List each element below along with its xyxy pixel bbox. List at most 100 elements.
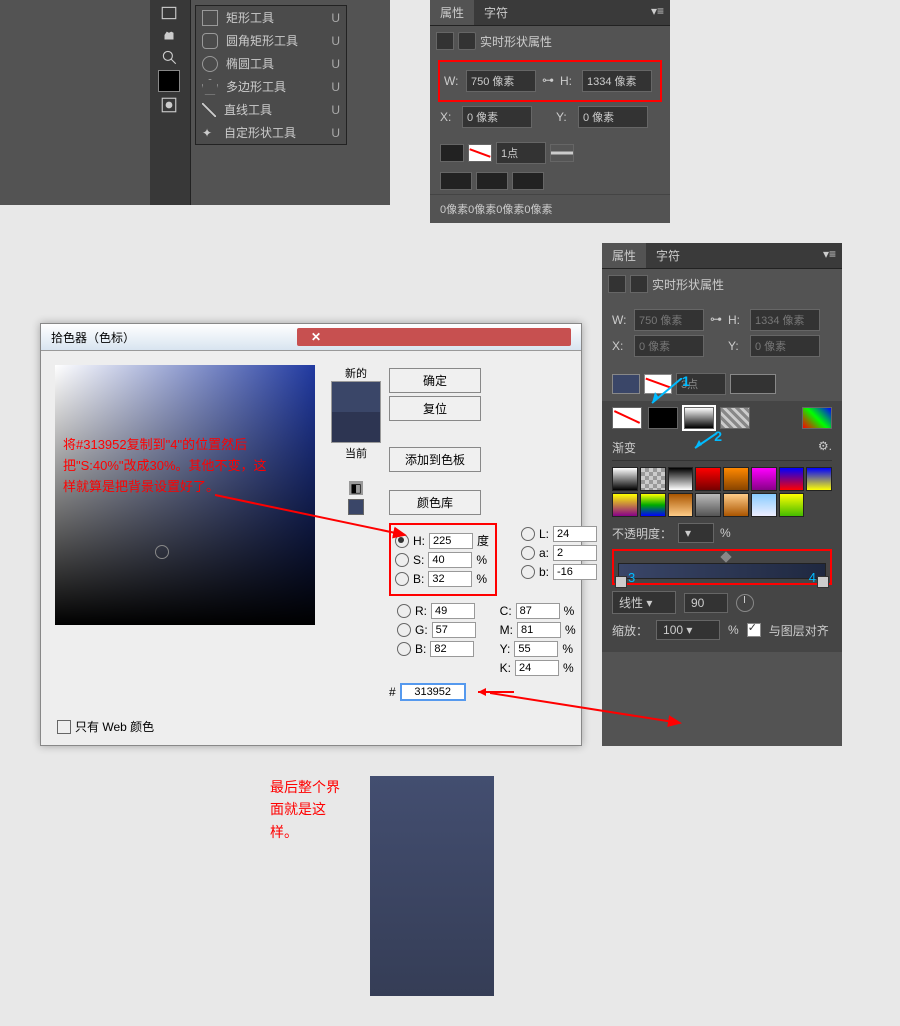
gradient-bar[interactable]: [618, 563, 826, 579]
rect-tool-item[interactable]: 矩形工具U: [196, 6, 346, 29]
opacity-select[interactable]: ▾: [678, 523, 714, 543]
preset[interactable]: [612, 493, 638, 517]
stroke-style[interactable]: [550, 144, 574, 162]
k-input[interactable]: [515, 660, 559, 676]
fill-pattern[interactable]: [720, 407, 750, 429]
close-button[interactable]: ✕: [297, 328, 571, 346]
x-field[interactable]: 0 像素: [462, 106, 532, 128]
preset[interactable]: [779, 493, 805, 517]
radio-b[interactable]: [395, 572, 409, 586]
panel-menu-icon-2[interactable]: ▾≡: [817, 243, 842, 268]
custom-shape-tool-item[interactable]: ✦自定形状工具U: [196, 121, 346, 144]
add-swatch-button[interactable]: 添加到色板: [389, 447, 481, 472]
callout-1: 1: [682, 373, 690, 389]
fill-swatch-2[interactable]: [612, 374, 640, 394]
color-lib-button[interactable]: 颜色库: [389, 490, 481, 515]
radio-s[interactable]: [395, 553, 409, 567]
gradient-type[interactable]: 线性 ▾: [612, 591, 676, 614]
tab-character-2[interactable]: 字符: [646, 243, 690, 268]
web-only-checkbox[interactable]: [57, 720, 71, 734]
stroke-swatch[interactable]: [468, 144, 492, 162]
b2-input[interactable]: [553, 564, 597, 580]
radio-l[interactable]: [521, 527, 535, 541]
y-field-2[interactable]: 0 像素: [750, 335, 820, 357]
fill-solid[interactable]: [648, 407, 678, 429]
width-field-2[interactable]: 750 像素: [634, 309, 704, 331]
fill-gradient[interactable]: [684, 407, 714, 429]
ok-button[interactable]: 确定: [389, 368, 481, 393]
hex-input[interactable]: [400, 683, 466, 701]
r-input[interactable]: [431, 603, 475, 619]
preset[interactable]: [779, 467, 805, 491]
rectangle-tool-icon[interactable]: [160, 4, 178, 22]
preset[interactable]: [612, 467, 638, 491]
width-field[interactable]: 750 像素: [466, 70, 536, 92]
radio-a[interactable]: [521, 546, 535, 560]
polygon-tool-item[interactable]: 多边形工具U: [196, 75, 346, 98]
preset[interactable]: [751, 467, 777, 491]
gradient-scale[interactable]: 100 ▾: [656, 620, 720, 640]
preset[interactable]: [640, 467, 666, 491]
h-input[interactable]: [429, 533, 473, 549]
m-input[interactable]: [517, 622, 561, 638]
tab-properties-2[interactable]: 属性: [602, 243, 646, 268]
mask-icon: [458, 32, 476, 50]
hand-tool-icon[interactable]: [160, 26, 178, 44]
cap-style[interactable]: [476, 172, 508, 190]
preset[interactable]: [723, 493, 749, 517]
preset[interactable]: [723, 467, 749, 491]
c-input[interactable]: [516, 603, 560, 619]
radio-h[interactable]: [395, 534, 409, 548]
height-field-2[interactable]: 1334 像素: [750, 309, 820, 331]
g-input[interactable]: [432, 622, 476, 638]
b-input[interactable]: [428, 571, 472, 587]
reset-button[interactable]: 复位: [389, 396, 481, 421]
roundrect-tool-item[interactable]: 圆角矩形工具U: [196, 29, 346, 52]
gear-icon[interactable]: ⚙.: [818, 439, 832, 456]
preset[interactable]: [751, 493, 777, 517]
zoom-tool-icon[interactable]: [160, 48, 178, 66]
tab-properties[interactable]: 属性: [430, 0, 474, 25]
y-input[interactable]: [514, 641, 558, 657]
corner-style[interactable]: [512, 172, 544, 190]
panel-menu-icon[interactable]: ▾≡: [645, 0, 670, 25]
a-input[interactable]: [553, 545, 597, 561]
height-field[interactable]: 1334 像素: [582, 70, 652, 92]
align-stroke[interactable]: [440, 172, 472, 190]
swatch-icon[interactable]: [158, 70, 180, 92]
preset[interactable]: [695, 493, 721, 517]
b3-input[interactable]: [430, 641, 474, 657]
stroke-swatch-2[interactable]: [644, 374, 672, 394]
align-layer-checkbox[interactable]: [747, 623, 761, 637]
angle-dial-icon[interactable]: [736, 594, 754, 612]
x-field-2[interactable]: 0 像素: [634, 335, 704, 357]
preset[interactable]: [668, 467, 694, 491]
radio-b3[interactable]: [397, 642, 411, 656]
s-input[interactable]: [428, 552, 472, 568]
color-cursor[interactable]: [155, 545, 169, 559]
radio-b2[interactable]: [521, 565, 535, 579]
color-picker-btn[interactable]: [802, 407, 832, 429]
stroke-style-2[interactable]: [730, 374, 776, 394]
y-field[interactable]: 0 像素: [578, 106, 648, 128]
gradient-angle[interactable]: 90: [684, 593, 728, 613]
preset[interactable]: [806, 467, 832, 491]
l-input[interactable]: [553, 526, 597, 542]
properties-panel-1: 属性 字符 ▾≡ 实时形状属性 W: 750 像素 ⊶ H: 1334 像素 X…: [430, 0, 670, 223]
link-wh-icon[interactable]: ⊶: [540, 73, 556, 89]
gradient-stop-left[interactable]: [615, 576, 627, 588]
tab-character[interactable]: 字符: [474, 0, 518, 25]
fill-none[interactable]: [612, 407, 642, 429]
fill-swatch[interactable]: [440, 144, 464, 162]
line-tool-item[interactable]: 直线工具U: [196, 98, 346, 121]
link-wh-2[interactable]: ⊶: [708, 312, 724, 328]
gradient-stop-right[interactable]: [817, 576, 829, 588]
radio-g[interactable]: [397, 623, 411, 637]
radio-r[interactable]: [397, 604, 411, 618]
preset[interactable]: [640, 493, 666, 517]
preset[interactable]: [695, 467, 721, 491]
preset[interactable]: [668, 493, 694, 517]
mask-tool-icon[interactable]: [160, 96, 178, 114]
stroke-width[interactable]: 1点: [496, 142, 546, 164]
ellipse-tool-item[interactable]: 椭圆工具U: [196, 52, 346, 75]
